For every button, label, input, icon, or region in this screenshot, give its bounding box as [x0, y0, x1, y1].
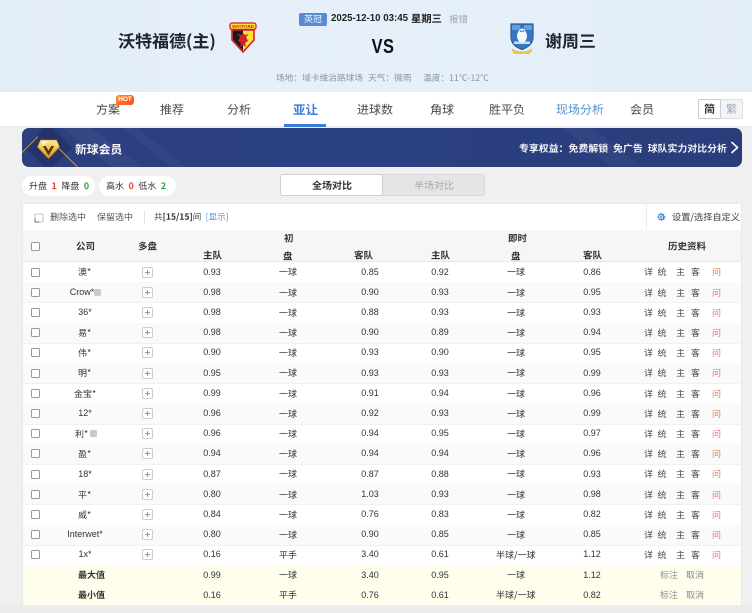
svg-text:WATFORD: WATFORD — [232, 24, 254, 29]
